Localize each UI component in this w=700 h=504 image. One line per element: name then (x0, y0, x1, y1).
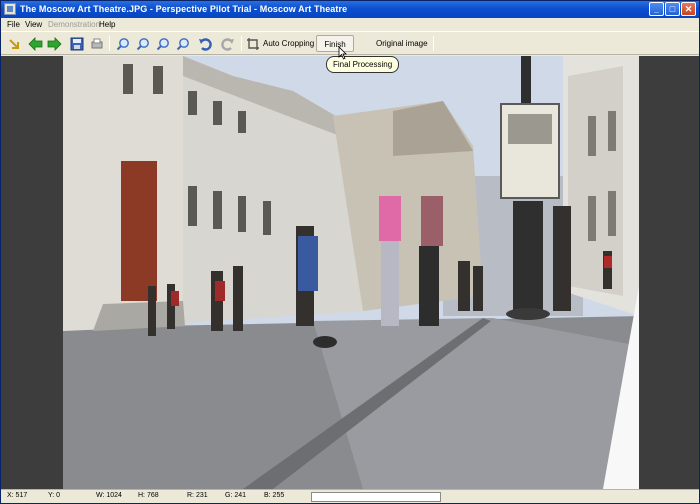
forward-arrow-icon[interactable] (47, 36, 62, 51)
status-width: W: 1024 (96, 492, 122, 499)
status-blue: B: 255 (264, 492, 285, 499)
toolbar-separator (433, 36, 434, 51)
redo-icon[interactable] (220, 36, 235, 51)
close-button[interactable]: ✕ (681, 2, 696, 16)
menu-view[interactable]: View (25, 20, 42, 29)
street-photo-image (63, 56, 639, 489)
auto-crop-icon[interactable] (245, 36, 260, 51)
app-window: The Moscow Art Theatre.JPG - Perspective… (0, 0, 700, 504)
mouse-cursor-icon (338, 46, 347, 60)
menu-help[interactable]: Help (99, 20, 115, 29)
finish-button[interactable]: Finish (316, 35, 354, 52)
status-bar: X: 517 Y: 0 W: 1024 H: 768 R: 231 G: 241… (1, 489, 699, 503)
tooltip: Final Processing (326, 56, 400, 73)
status-red: R: 231 (187, 492, 208, 499)
progress-bar (311, 492, 441, 502)
zoom-out-icon[interactable] (155, 36, 170, 51)
zoom-in-2-icon[interactable] (135, 36, 150, 51)
toolbar-separator (241, 36, 242, 51)
save-icon[interactable] (69, 36, 84, 51)
status-green: G: 241 (225, 492, 247, 499)
auto-cropping-button[interactable]: Auto Cropping (260, 35, 317, 52)
menu-bar: File View Demonstration Help (1, 18, 699, 31)
minimize-button[interactable]: _ (649, 2, 664, 16)
maximize-button[interactable]: □ (665, 2, 680, 16)
window-title: The Moscow Art Theatre.JPG - Perspective… (20, 4, 348, 14)
menu-file[interactable]: File (7, 20, 20, 29)
zoom-in-icon[interactable] (115, 36, 130, 51)
open-icon[interactable] (7, 36, 22, 51)
app-icon[interactable] (4, 3, 16, 15)
back-arrow-icon[interactable] (28, 36, 43, 51)
status-x: X: 517 (7, 492, 28, 499)
print-icon[interactable] (89, 36, 104, 51)
status-height: H: 768 (138, 492, 159, 499)
toolbar-separator (109, 36, 110, 51)
zoom-fit-icon[interactable] (175, 36, 190, 51)
status-y: Y: 0 (48, 492, 61, 499)
menu-demonstration[interactable]: Demonstration (48, 20, 100, 29)
toolbar: Auto Cropping Finish Original image (1, 31, 699, 55)
original-image-button[interactable]: Original image (373, 35, 431, 52)
image-canvas[interactable] (1, 56, 699, 489)
title-bar[interactable]: The Moscow Art Theatre.JPG - Perspective… (1, 1, 699, 18)
undo-icon[interactable] (198, 36, 213, 51)
street-photo[interactable] (63, 56, 639, 489)
